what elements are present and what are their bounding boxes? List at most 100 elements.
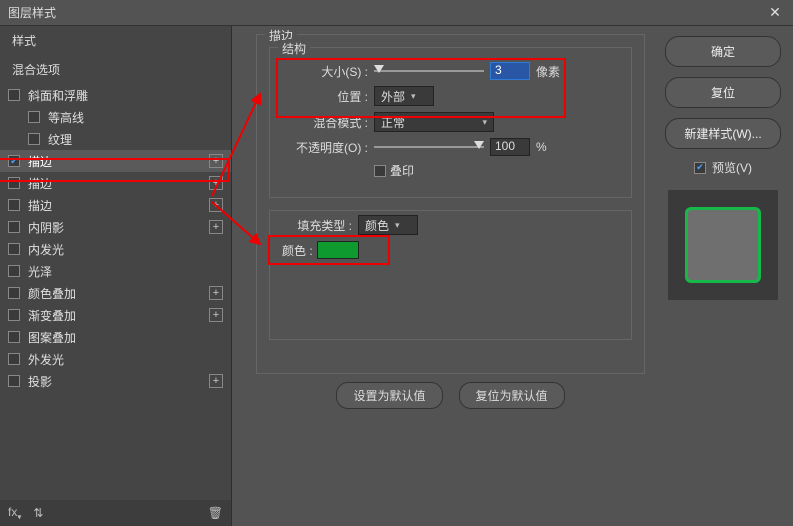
checkbox-icon[interactable] xyxy=(8,375,20,387)
filltype-label: 填充类型 : xyxy=(282,217,352,234)
checkbox-icon[interactable] xyxy=(8,287,20,299)
style-label: 外发光 xyxy=(28,351,64,368)
position-value: 外部 xyxy=(381,88,405,105)
style-item-inner-glow[interactable]: 内发光 xyxy=(0,238,231,260)
style-item-drop-shadow[interactable]: 投影 + xyxy=(0,370,231,392)
options-panel: 描边 结构 大小(S) : 3 像素 位置 : 外部 ▾ xyxy=(232,26,653,526)
style-item-inner-shadow[interactable]: 内阴影 + xyxy=(0,216,231,238)
style-item-contour[interactable]: 等高线 xyxy=(0,106,231,128)
style-label: 描边 xyxy=(28,197,52,214)
filltype-value: 颜色 xyxy=(365,217,389,234)
style-item-gradient-overlay[interactable]: 渐变叠加 + xyxy=(0,304,231,326)
size-row: 大小(S) : 3 像素 xyxy=(282,62,619,80)
overprint-checkbox[interactable] xyxy=(374,165,386,177)
overprint-row: 叠印 xyxy=(282,162,619,179)
stroke-group: 描边 结构 大小(S) : 3 像素 位置 : 外部 ▾ xyxy=(256,34,645,374)
add-effect-icon[interactable]: + xyxy=(209,286,223,300)
checkbox-icon[interactable] xyxy=(28,111,40,123)
checkbox-icon[interactable] xyxy=(8,243,20,255)
style-item-texture[interactable]: 纹理 xyxy=(0,128,231,150)
overprint-label: 叠印 xyxy=(390,162,414,179)
style-item-bevel[interactable]: 斜面和浮雕 xyxy=(0,84,231,106)
style-label: 等高线 xyxy=(48,109,84,126)
fill-group: 填充类型 : 颜色 ▾ 颜色 : xyxy=(269,210,632,340)
styles-sidebar: 样式 混合选项 斜面和浮雕 等高线 纹理 描边 + 描边 xyxy=(0,26,232,526)
style-label: 颜色叠加 xyxy=(28,285,76,302)
title-bar: 图层样式 ✕ xyxy=(0,0,793,26)
reorder-icon[interactable]: ⇅ xyxy=(33,506,43,520)
position-select[interactable]: 外部 ▾ xyxy=(374,86,434,106)
style-item-color-overlay[interactable]: 颜色叠加 + xyxy=(0,282,231,304)
sidebar-footer: fx▾ ⇅ 🗑 xyxy=(0,500,231,526)
preview-box xyxy=(668,190,778,300)
color-swatch[interactable] xyxy=(317,241,359,259)
checkbox-icon[interactable] xyxy=(8,265,20,277)
chevron-down-icon: ▾ xyxy=(482,117,487,128)
checkbox-icon[interactable] xyxy=(8,155,20,167)
size-label: 大小(S) : xyxy=(282,63,368,80)
sidebar-header-styles[interactable]: 样式 xyxy=(0,26,231,55)
fx-icon[interactable]: fx▾ xyxy=(8,505,21,521)
reset-default-button[interactable]: 复位为默认值 xyxy=(459,382,565,409)
style-item-pattern-overlay[interactable]: 图案叠加 xyxy=(0,326,231,348)
structure-legend: 结构 xyxy=(278,40,310,57)
opacity-row: 不透明度(O) : 100 % xyxy=(282,138,619,156)
checkbox-icon[interactable] xyxy=(8,309,20,321)
add-effect-icon[interactable]: + xyxy=(209,308,223,322)
cancel-button[interactable]: 复位 xyxy=(665,77,781,108)
style-label: 纹理 xyxy=(48,131,72,148)
size-input[interactable]: 3 xyxy=(490,62,530,80)
trash-icon[interactable]: 🗑 xyxy=(208,506,223,520)
style-label: 内阴影 xyxy=(28,219,64,236)
sidebar-header-blend[interactable]: 混合选项 xyxy=(0,55,231,84)
preview-checkbox[interactable] xyxy=(694,162,706,174)
checkbox-icon[interactable] xyxy=(28,133,40,145)
color-row: 颜色 : xyxy=(282,241,619,259)
close-icon[interactable]: ✕ xyxy=(765,4,785,21)
checkbox-icon[interactable] xyxy=(8,353,20,365)
style-item-stroke-3[interactable]: 描边 + xyxy=(0,194,231,216)
add-effect-icon[interactable]: + xyxy=(209,220,223,234)
size-unit: 像素 xyxy=(536,63,560,80)
checkbox-icon[interactable] xyxy=(8,221,20,233)
preview-label: 预览(V) xyxy=(712,159,752,176)
filltype-select[interactable]: 颜色 ▾ xyxy=(358,215,418,235)
filltype-row: 填充类型 : 颜色 ▾ xyxy=(282,215,619,235)
add-effect-icon[interactable]: + xyxy=(209,176,223,190)
set-default-button[interactable]: 设置为默认值 xyxy=(336,382,442,409)
opacity-slider[interactable] xyxy=(374,140,484,154)
style-item-outer-glow[interactable]: 外发光 xyxy=(0,348,231,370)
size-slider[interactable] xyxy=(374,64,484,78)
style-label: 图案叠加 xyxy=(28,329,76,346)
chevron-down-icon: ▾ xyxy=(395,220,400,231)
style-label: 斜面和浮雕 xyxy=(28,87,88,104)
color-label: 颜色 : xyxy=(282,242,313,259)
style-item-satin[interactable]: 光泽 xyxy=(0,260,231,282)
checkbox-icon[interactable] xyxy=(8,177,20,189)
checkbox-icon[interactable] xyxy=(8,199,20,211)
position-label: 位置 : xyxy=(282,88,368,105)
style-item-stroke-1[interactable]: 描边 + xyxy=(0,150,231,172)
blend-row: 混合模式 : 正常 ▾ xyxy=(282,112,619,132)
default-buttons: 设置为默认值 复位为默认值 xyxy=(256,382,645,409)
style-label: 内发光 xyxy=(28,241,64,258)
blend-select[interactable]: 正常 ▾ xyxy=(374,112,494,132)
style-label: 投影 xyxy=(28,373,52,390)
style-label: 渐变叠加 xyxy=(28,307,76,324)
preview-toggle[interactable]: 预览(V) xyxy=(665,159,781,176)
new-style-button[interactable]: 新建样式(W)... xyxy=(665,118,781,149)
opacity-input[interactable]: 100 xyxy=(490,138,530,156)
opacity-unit: % xyxy=(536,140,547,154)
add-effect-icon[interactable]: + xyxy=(209,154,223,168)
opacity-label: 不透明度(O) : xyxy=(282,139,368,156)
chevron-down-icon: ▾ xyxy=(411,91,416,102)
action-panel: 确定 复位 新建样式(W)... 预览(V) xyxy=(653,26,793,526)
style-item-stroke-2[interactable]: 描边 + xyxy=(0,172,231,194)
blend-value: 正常 xyxy=(381,114,405,131)
ok-button[interactable]: 确定 xyxy=(665,36,781,67)
add-effect-icon[interactable]: + xyxy=(209,198,223,212)
checkbox-icon[interactable] xyxy=(8,331,20,343)
add-effect-icon[interactable]: + xyxy=(209,374,223,388)
checkbox-icon[interactable] xyxy=(8,89,20,101)
style-label: 光泽 xyxy=(28,263,52,280)
